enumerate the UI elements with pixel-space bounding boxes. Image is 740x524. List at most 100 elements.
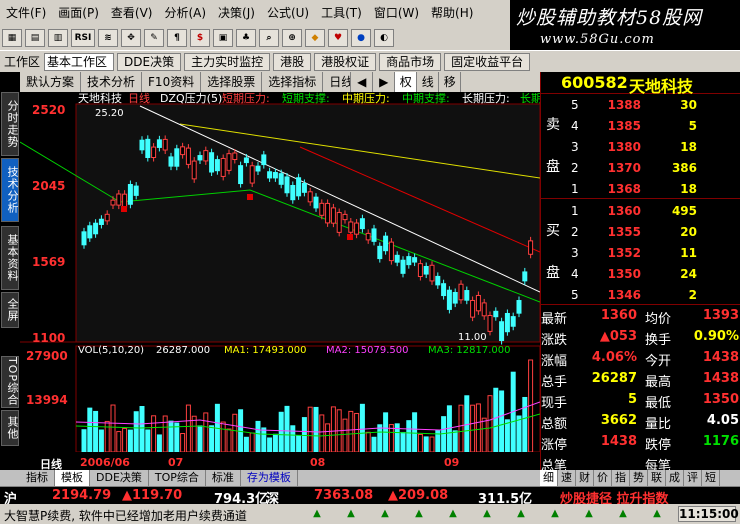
tab-top-combined[interactable]: TOP综合: [1, 356, 19, 408]
text-icon[interactable]: ¶: [167, 29, 187, 47]
menu-view-screen[interactable]: 画面(P): [52, 0, 105, 26]
hk-warrant-button[interactable]: 港股权证: [314, 52, 377, 71]
menu-window[interactable]: 窗口(W): [368, 0, 425, 26]
legend-long-pressure: 长期压力:: [462, 92, 510, 105]
menu-tools[interactable]: 工具(T): [315, 0, 368, 26]
menu-help[interactable]: 帮助(H): [425, 0, 479, 26]
bid-row[interactable]: 3 1352 11: [541, 244, 740, 262]
sphere-icon[interactable]: ●: [351, 29, 371, 47]
rights-button[interactable]: 权: [395, 72, 418, 92]
bid-row[interactable]: 2 1355 20: [541, 223, 740, 241]
work-area-bar: 工作区 基本工作区 DDE决策 主力实时监控 港股 港股权证 商品市场 固定收益…: [0, 50, 740, 72]
kline-chart[interactable]: 2520 2045 1569 1100 天地科技 日线 DZQ压力(5) 短期压…: [20, 92, 540, 456]
quote-label: 量比: [645, 417, 672, 432]
tab-fullscreen[interactable]: 全屏: [1, 292, 19, 328]
tech-analysis-tab[interactable]: 技术分析: [81, 72, 143, 92]
quote-tab[interactable]: 短: [702, 470, 720, 486]
menu-analysis[interactable]: 分析(A): [158, 0, 212, 26]
line-button[interactable]: 线: [417, 72, 440, 92]
period-select[interactable]: 日线: [323, 72, 352, 92]
price-tick-1100: 1100: [32, 331, 65, 345]
tab-save-template[interactable]: 存为模板: [241, 470, 298, 486]
grid-icon[interactable]: ▦: [2, 29, 22, 47]
quote-label: 最低: [645, 396, 672, 411]
menu-formula[interactable]: 公式(U): [261, 0, 315, 26]
pen-icon[interactable]: ✎: [144, 29, 164, 47]
move-icon[interactable]: ✥: [121, 29, 141, 47]
diamond-icon[interactable]: ◆: [305, 29, 325, 47]
fixed-income-button[interactable]: 固定收益平台: [444, 52, 531, 71]
next-icon[interactable]: ▶: [373, 72, 396, 92]
commodity-button[interactable]: 商品市场: [379, 52, 442, 71]
quote-tab[interactable]: 成: [666, 470, 684, 486]
quote-tab[interactable]: 评: [684, 470, 702, 486]
status-message[interactable]: 大智慧P续费, 软件中已经增加老用户续费通道: [4, 507, 247, 524]
up-arrows: ▲ ▲ ▲ ▲ ▲ ▲ ▲ ▲ ▲ ▲ ▲: [300, 508, 674, 519]
ask-row[interactable]: 1 1368 18: [541, 180, 740, 198]
layout-icon[interactable]: ▤: [25, 29, 45, 47]
quote-tab[interactable]: 细: [540, 470, 558, 486]
tab-template[interactable]: 模板: [55, 470, 90, 486]
quote-label: 最新: [541, 312, 568, 327]
quote-label: 换手: [645, 333, 672, 348]
tab-dde[interactable]: DDE决策: [90, 470, 149, 486]
legend-long: 长期: [520, 92, 540, 105]
quote-value: 1176: [702, 434, 739, 449]
quote-tab[interactable]: 联: [648, 470, 666, 486]
tab-top[interactable]: TOP综合: [149, 470, 206, 486]
menu-decision[interactable]: 决策(J): [212, 0, 261, 26]
chart-legend: 天地科技 日线 DZQ压力(5) 短期压力: 短期支撑: 中期压力: 中期支撑:…: [78, 92, 540, 105]
hk-stock-button[interactable]: 港股: [273, 52, 312, 71]
search-icon[interactable]: ⌕: [259, 29, 279, 47]
stock-header: 600582 天地科技: [541, 72, 740, 96]
toggle-icon[interactable]: ◐: [374, 29, 394, 47]
legend-mid-pressure: 中期压力:: [342, 92, 390, 105]
chart-icon[interactable]: ≋: [98, 29, 118, 47]
quote-panel: 600582 天地科技 卖 盘 5 1388 30 4 1385 5 3 1380 18 2 137…: [540, 72, 740, 486]
quote-tab[interactable]: 指: [612, 470, 630, 486]
dde-decision-button[interactable]: DDE决策: [117, 52, 182, 71]
quote-row: 最新 1360 均价 1393: [541, 306, 740, 327]
heart-icon[interactable]: ♥: [328, 29, 348, 47]
display-icon[interactable]: ▣: [213, 29, 233, 47]
bid-row[interactable]: 1 1360 495: [541, 202, 740, 220]
tab-indicator[interactable]: 指标: [20, 470, 55, 486]
zoom-icon[interactable]: ⊕: [282, 29, 302, 47]
default-scheme-tab[interactable]: 默认方案: [20, 72, 82, 92]
ask-row[interactable]: 3 1380 18: [541, 138, 740, 156]
dollar-icon[interactable]: $: [190, 29, 210, 47]
quote-tab[interactable]: 速: [558, 470, 576, 486]
bid-row[interactable]: 4 1350 24: [541, 265, 740, 283]
tab-standard[interactable]: 标准: [206, 470, 241, 486]
menu-file[interactable]: 文件(F): [0, 0, 52, 26]
ask-level: 1: [571, 182, 579, 196]
rsi-button[interactable]: RSI: [71, 29, 95, 47]
move-button[interactable]: 移: [439, 72, 462, 92]
ask-row[interactable]: 2 1370 386: [541, 159, 740, 177]
bid-price: 1352: [607, 246, 641, 260]
menu-look[interactable]: 查看(V): [105, 0, 159, 26]
report-icon[interactable]: ▥: [48, 29, 68, 47]
tree-icon[interactable]: ♣: [236, 29, 256, 47]
work-area-select[interactable]: 基本工作区: [44, 52, 115, 71]
quote-tab[interactable]: 财: [576, 470, 594, 486]
select-indicator-tab[interactable]: 选择指标: [262, 72, 324, 92]
sh-change: ▲119.70: [122, 488, 183, 503]
prev-icon[interactable]: ◀: [351, 72, 374, 92]
quote-tab[interactable]: 势: [630, 470, 648, 486]
up-arrow-icon: ▲: [313, 508, 321, 519]
bid-price: 1360: [607, 204, 641, 218]
bid-row[interactable]: 5 1346 2: [541, 286, 740, 304]
tab-tech-analysis[interactable]: 技术分析: [1, 158, 19, 222]
ask-row[interactable]: 5 1388 30: [541, 96, 740, 114]
quote-tab[interactable]: 价: [594, 470, 612, 486]
tab-other[interactable]: 其他: [1, 410, 19, 446]
tab-intraday[interactable]: 分时走势: [1, 92, 19, 156]
main-monitor-button[interactable]: 主力实时监控: [184, 52, 271, 71]
f10-info-tab[interactable]: F10资料: [142, 72, 202, 92]
work-area-label: 工作区: [4, 55, 41, 69]
select-stock-tab[interactable]: 选择股票: [201, 72, 263, 92]
tab-basic-info[interactable]: 基本资料: [1, 226, 19, 290]
quote-label: 现手: [541, 396, 568, 411]
ask-row[interactable]: 4 1385 5: [541, 117, 740, 135]
